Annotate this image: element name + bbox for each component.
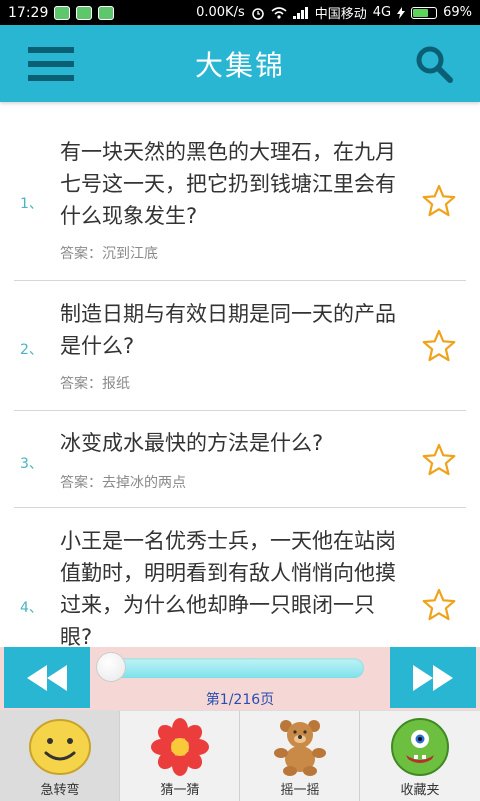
network-type: 4G bbox=[372, 5, 392, 20]
tab-guess[interactable]: 猜一猜 bbox=[120, 711, 240, 801]
item-index: 3、 bbox=[20, 456, 43, 472]
question-list[interactable]: 1、 有一块天然的黑色的大理石，在九月七号这一天，把它扔到钱塘江里会有什么现象发… bbox=[0, 102, 480, 647]
status-bar: 17:29 0.00K/s 中国移动 4G 69% bbox=[0, 0, 480, 25]
favorite-star-icon[interactable] bbox=[422, 588, 456, 622]
battery-fill bbox=[413, 8, 429, 17]
flower-icon bbox=[151, 718, 209, 776]
item-index: 4、 bbox=[20, 600, 43, 616]
smiley-face-icon bbox=[29, 719, 91, 775]
battery-percent: 69% bbox=[443, 5, 472, 20]
tab-brain-teaser[interactable]: 急转弯 bbox=[0, 711, 120, 801]
title-bar: 大集锦 bbox=[0, 25, 480, 102]
divider bbox=[14, 280, 466, 281]
favorite-star-icon[interactable] bbox=[422, 184, 456, 218]
net-speed: 0.00K/s bbox=[196, 5, 245, 20]
carrier-name: 中国移动 bbox=[314, 7, 367, 22]
app-notification-icon bbox=[54, 5, 71, 20]
divider bbox=[14, 507, 466, 508]
search-icon[interactable] bbox=[414, 44, 454, 84]
menu-icon[interactable] bbox=[28, 47, 74, 81]
favorite-star-icon[interactable] bbox=[422, 329, 456, 363]
tab-shake[interactable]: 摇一摇 bbox=[240, 711, 360, 801]
favorite-star-icon[interactable] bbox=[422, 443, 456, 477]
rewind-icon bbox=[27, 664, 67, 691]
wifi-icon bbox=[271, 6, 287, 19]
tab-favorites[interactable]: 收藏夹 bbox=[360, 711, 480, 801]
battery-icon bbox=[411, 6, 438, 19]
app-notification-icon bbox=[76, 5, 93, 20]
item-question: 小王是一名优秀士兵，一天他在站岗值勤时，明明看到有敌人悄悄向他摸过来，为什么他却… bbox=[60, 529, 396, 647]
page-title: 大集锦 bbox=[194, 48, 285, 82]
item-answer: 答案：去掉冰的两点 bbox=[60, 475, 186, 491]
divider bbox=[14, 410, 466, 411]
item-answer: 答案：沉到江底 bbox=[60, 246, 158, 262]
signal-icon bbox=[292, 6, 308, 19]
page-slider-track[interactable] bbox=[100, 658, 364, 678]
app-notification-icon bbox=[98, 5, 115, 20]
item-question: 冰变成水最快的方法是什么? bbox=[60, 431, 324, 455]
alarm-icon bbox=[251, 7, 264, 20]
page-indicator: 第1/216页 bbox=[205, 692, 275, 708]
item-index: 2、 bbox=[20, 342, 43, 358]
item-answer: 答案：报纸 bbox=[60, 376, 130, 392]
status-time: 17:29 bbox=[8, 4, 49, 21]
item-index: 1、 bbox=[20, 196, 43, 212]
bottom-tab-bar: 急转弯 猜一猜 摇一摇 收藏夹 bbox=[0, 710, 480, 801]
page-slider-thumb[interactable] bbox=[96, 652, 126, 682]
item-question: 有一块天然的黑色的大理石，在九月七号这一天，把它扔到钱塘江里会有什么现象发生? bbox=[60, 140, 396, 228]
fast-forward-icon bbox=[413, 664, 453, 691]
tab-label: 急转弯 bbox=[40, 783, 80, 798]
item-question: 制造日期与有效日期是同一天的产品是什么? bbox=[60, 302, 396, 358]
teddy-bear-icon bbox=[274, 720, 326, 776]
tab-label: 收藏夹 bbox=[400, 783, 440, 798]
tab-label: 摇一摇 bbox=[280, 783, 320, 798]
pager-bar: 第1/216页 bbox=[0, 647, 480, 710]
charging-icon bbox=[397, 6, 406, 19]
monster-icon bbox=[391, 718, 449, 776]
tab-label: 猜一猜 bbox=[160, 783, 200, 798]
